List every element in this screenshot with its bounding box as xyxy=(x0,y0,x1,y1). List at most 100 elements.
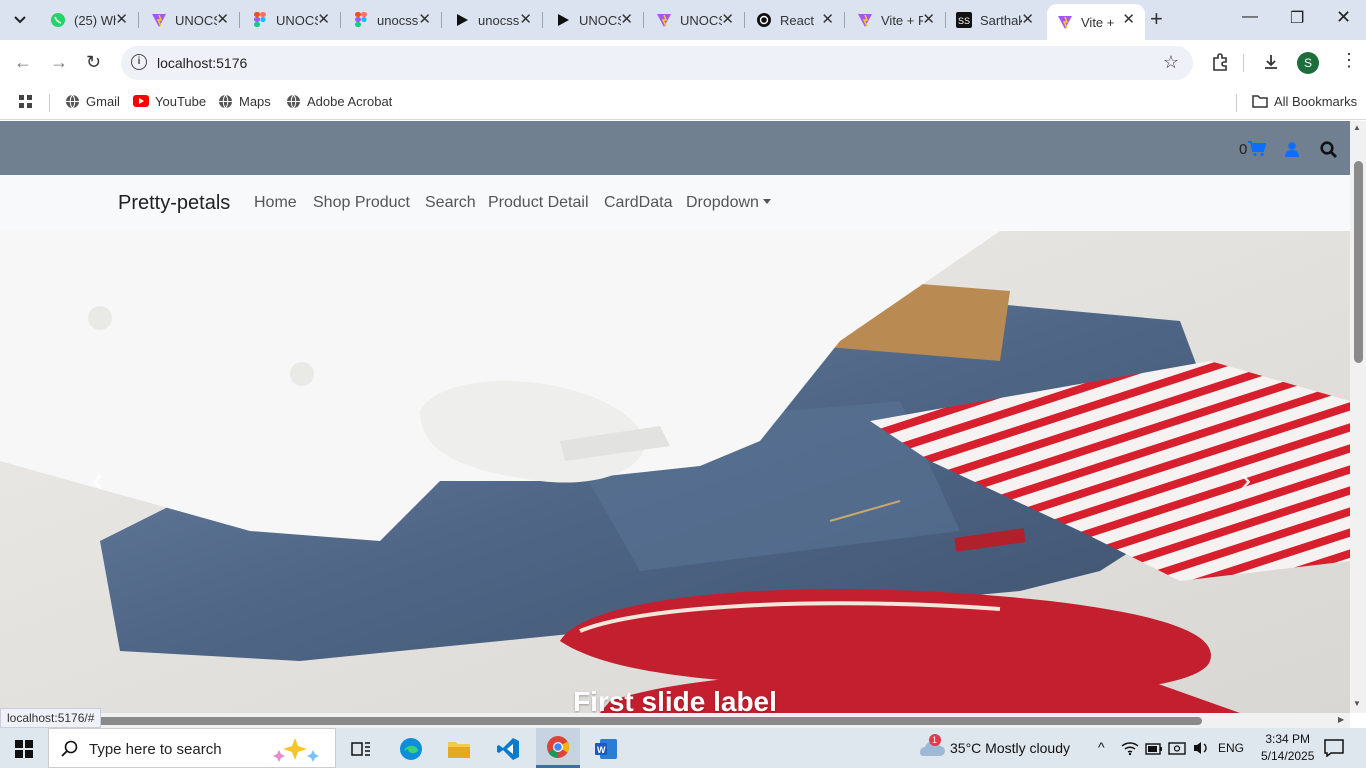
carousel-next-icon[interactable]: › xyxy=(1240,461,1251,500)
bookmark-maps[interactable]: Maps xyxy=(217,93,271,109)
notification-center-icon[interactable] xyxy=(1324,739,1344,762)
address-bar[interactable]: i localhost:5176 ☆ xyxy=(121,46,1193,80)
taskbar-search-placeholder: Type here to search xyxy=(89,741,222,758)
weather-badge: 1 xyxy=(932,735,938,745)
new-tab-button[interactable]: + xyxy=(1150,8,1163,30)
bookmark-star-icon[interactable]: ☆ xyxy=(1163,52,1179,73)
tab-unocss-1[interactable]: UNOCSS ✕ xyxy=(141,4,240,36)
brand-logo[interactable]: Pretty-petals xyxy=(118,192,230,215)
tab-title: React xyxy=(780,12,814,28)
vertical-scrollbar[interactable]: ▲ ▼ xyxy=(1350,121,1366,713)
copilot-sparkle-icon xyxy=(265,735,325,768)
search-icon[interactable] xyxy=(1320,141,1337,163)
play-icon xyxy=(454,12,470,28)
tab-sarthak[interactable]: SS Sarthak ✕ xyxy=(946,4,1044,36)
main-navbar: Pretty-petals Home Shop Product Search P… xyxy=(0,175,1350,231)
battery-icon[interactable] xyxy=(1145,742,1163,758)
close-tab-icon[interactable]: ✕ xyxy=(519,12,532,28)
tab-vite-react-active[interactable]: Vite + React ✕ xyxy=(1047,4,1145,40)
close-tab-icon[interactable]: ✕ xyxy=(216,12,229,28)
language-indicator[interactable]: ENG xyxy=(1218,741,1244,755)
bookmark-gmail[interactable]: Gmail xyxy=(64,93,120,109)
close-tab-icon[interactable]: ✕ xyxy=(922,12,935,28)
whatsapp-icon xyxy=(50,12,66,28)
scroll-right-icon[interactable]: ▶ xyxy=(1338,715,1344,724)
play-icon xyxy=(555,12,571,28)
tab-title: unocss xyxy=(377,12,419,28)
download-icon[interactable] xyxy=(1262,53,1280,76)
nav-carddata[interactable]: CardData xyxy=(604,194,672,212)
scroll-up-icon[interactable]: ▲ xyxy=(1353,123,1361,132)
tab-video-1[interactable]: unocss ✕ xyxy=(444,4,543,36)
browser-toolbar: ← → ↻ i localhost:5176 ☆ S ⋮ xyxy=(0,40,1366,86)
close-tab-icon[interactable]: ✕ xyxy=(821,12,834,28)
figma-icon xyxy=(353,12,369,28)
scroll-down-icon[interactable]: ▼ xyxy=(1353,699,1361,708)
vscode-icon[interactable] xyxy=(493,734,523,764)
menu-kebab-icon[interactable]: ⋮ xyxy=(1340,50,1358,71)
nav-home[interactable]: Home xyxy=(254,194,297,212)
user-icon[interactable] xyxy=(1285,142,1299,162)
tab-unocss-2[interactable]: UNOCSS ✕ xyxy=(646,4,745,36)
network-camera-icon[interactable] xyxy=(1168,740,1186,759)
nav-product-detail[interactable]: Product Detail xyxy=(488,194,589,212)
cart-count: 0 xyxy=(1239,141,1248,158)
horizontal-scrollbar[interactable]: ▶ xyxy=(0,713,1350,728)
site-info-icon[interactable]: i xyxy=(131,54,147,70)
file-explorer-icon[interactable] xyxy=(444,734,474,764)
tab-vite-react-1[interactable]: Vite + React ✕ xyxy=(847,4,946,36)
tab-react[interactable]: React ✕ xyxy=(746,4,845,36)
vertical-scroll-thumb[interactable] xyxy=(1354,161,1363,363)
tab-search-button[interactable] xyxy=(6,7,34,33)
close-window-icon[interactable]: ✕ xyxy=(1336,7,1351,28)
bookmarks-bar: Gmail YouTube Maps Adobe Acrobat All Boo… xyxy=(0,86,1366,120)
nav-dropdown[interactable]: Dropdown xyxy=(686,194,771,212)
volume-icon[interactable] xyxy=(1192,740,1210,759)
globe-icon xyxy=(217,93,233,109)
close-tab-icon[interactable]: ✕ xyxy=(721,12,734,28)
forward-icon[interactable]: → xyxy=(50,52,68,73)
weather-cloud-icon[interactable] xyxy=(916,734,946,765)
windows-start-icon[interactable] xyxy=(15,740,33,763)
close-tab-icon[interactable]: ✕ xyxy=(115,12,128,28)
tab-figma-2[interactable]: unocss ✕ xyxy=(343,4,442,36)
svg-text:W: W xyxy=(597,745,606,755)
tab-strip: (25) WhatsApp ✕ UNOCSS ✕ UNOCSS ✕ unocss… xyxy=(0,0,1366,40)
taskbar-search-box[interactable]: Type here to search xyxy=(48,728,336,768)
tab-whatsapp[interactable]: (25) WhatsApp ✕ xyxy=(40,4,139,36)
apps-grid-icon[interactable] xyxy=(18,94,34,110)
tab-figma-1[interactable]: UNOCSS ✕ xyxy=(242,4,341,36)
bookmark-youtube[interactable]: YouTube xyxy=(133,93,206,109)
restore-icon[interactable]: ❐ xyxy=(1290,8,1304,28)
tab-title: UNOCSS xyxy=(175,12,217,28)
close-tab-icon[interactable]: ✕ xyxy=(1021,12,1034,28)
profile-avatar[interactable]: S xyxy=(1297,52,1319,74)
close-tab-icon[interactable]: ✕ xyxy=(418,12,431,28)
weather-text[interactable]: 35°C Mostly cloudy xyxy=(950,740,1070,756)
all-bookmarks-button[interactable]: All Bookmarks xyxy=(1252,93,1357,109)
back-icon[interactable]: ← xyxy=(14,52,32,73)
task-view-icon[interactable] xyxy=(346,734,376,764)
top-utility-bar: 0 xyxy=(0,121,1350,175)
wifi-icon[interactable] xyxy=(1121,740,1139,759)
reload-icon[interactable]: ↻ xyxy=(86,52,101,73)
close-tab-icon[interactable]: ✕ xyxy=(317,12,330,28)
chrome-icon[interactable] xyxy=(536,728,580,768)
nav-search[interactable]: Search xyxy=(425,194,476,212)
close-tab-icon[interactable]: ✕ xyxy=(620,12,633,28)
extensions-icon[interactable] xyxy=(1211,53,1229,76)
horizontal-scroll-thumb[interactable] xyxy=(84,717,1202,725)
edge-browser-icon[interactable] xyxy=(396,734,426,764)
show-hidden-icons-chevron-icon[interactable]: ^ xyxy=(1098,739,1105,755)
bookmark-adobe-acrobat[interactable]: Adobe Acrobat xyxy=(285,93,392,109)
close-tab-icon[interactable]: ✕ xyxy=(1122,12,1135,28)
carousel-prev-icon[interactable]: ‹ xyxy=(92,461,103,500)
word-icon[interactable]: W xyxy=(591,734,621,764)
nav-shop-product[interactable]: Shop Product xyxy=(313,194,410,212)
system-clock[interactable]: 3:34 PM 5/14/2025 xyxy=(1261,731,1314,765)
url-text[interactable]: localhost:5176 xyxy=(157,55,247,71)
vite-icon xyxy=(656,12,672,28)
cart-icon[interactable] xyxy=(1248,141,1267,162)
minimize-icon[interactable]: — xyxy=(1242,8,1258,26)
tab-video-2[interactable]: UNOCSS ✕ xyxy=(545,4,644,36)
